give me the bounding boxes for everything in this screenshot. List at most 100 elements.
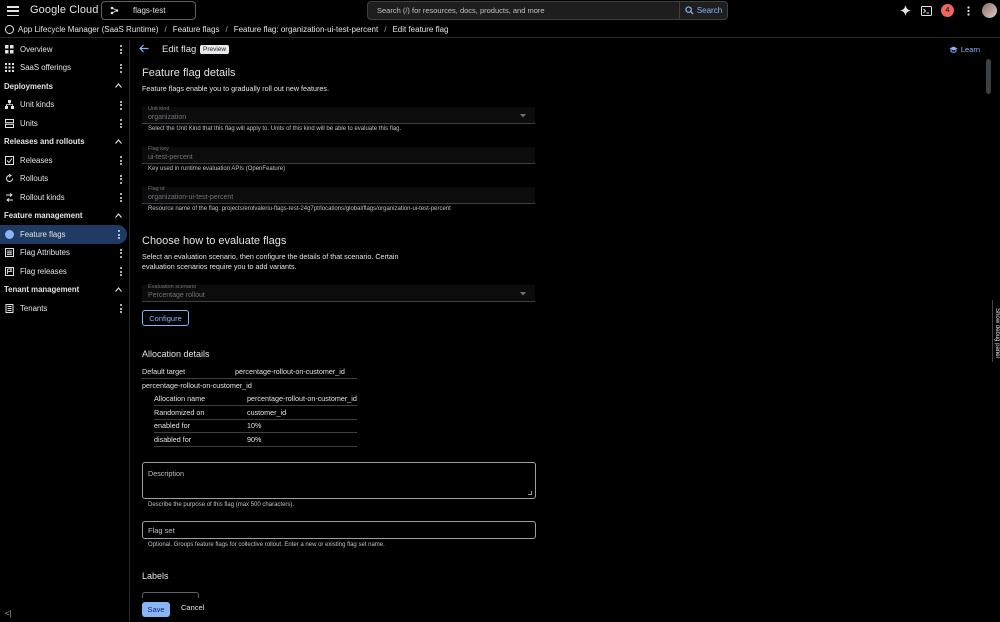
row-key: enabled for xyxy=(154,420,190,430)
sidebar-item-overview[interactable]: Overview xyxy=(0,40,129,59)
flag-set-hint: Optional. Groups feature flags for colle… xyxy=(148,542,385,548)
sidebar-item-label: Unit kinds xyxy=(20,100,55,110)
kebab-icon[interactable] xyxy=(120,304,122,313)
flag-set-input[interactable]: Flag set xyxy=(142,521,536,539)
field-label: Flag id xyxy=(148,186,165,192)
apps-icon xyxy=(5,63,14,73)
kebab-icon[interactable] xyxy=(120,45,122,54)
sidebar-item-unit-kinds[interactable]: Unit kinds xyxy=(0,96,129,115)
more-options-icon[interactable] xyxy=(958,1,979,20)
sidebar-item-flag-releases[interactable]: Flag releases xyxy=(0,262,129,281)
section-releases-and-rollouts[interactable]: Releases and rollouts xyxy=(0,133,129,152)
sidebar: Overview SaaS offerings Deployments Unit… xyxy=(0,40,130,622)
kebab-icon[interactable] xyxy=(120,267,122,276)
row-key: disabled for xyxy=(154,434,192,444)
school-icon xyxy=(949,46,958,53)
grid-icon xyxy=(5,44,14,54)
back-arrow-icon[interactable] xyxy=(139,44,149,53)
breadcrumb-item[interactable]: App Lifecycle Manager (SaaS Runtime) xyxy=(18,25,159,34)
learn-label: Learn xyxy=(960,45,980,54)
kebab-icon[interactable] xyxy=(120,174,122,184)
sidebar-item-rollout-kinds[interactable]: Rollout kinds xyxy=(0,188,129,207)
save-button[interactable]: Save xyxy=(142,602,170,617)
action-bar: Save Cancel xyxy=(130,598,992,622)
intro-text: Feature flags enable you to gradually ro… xyxy=(142,84,329,93)
allocation-group-title: percentage-rollout-on-customer_id xyxy=(142,381,252,390)
flag-id-field: Flag id organization-ui-test-percent xyxy=(142,186,535,204)
breadcrumb-item[interactable]: Feature flag: organization-ui-test-perce… xyxy=(234,25,379,34)
breadcrumb-item[interactable]: Feature flags xyxy=(173,25,220,34)
sidebar-item-flag-attributes[interactable]: Flag Attributes xyxy=(0,244,129,263)
scrollbar[interactable] xyxy=(985,59,992,599)
sidebar-item-units[interactable]: Units xyxy=(0,114,129,133)
row-value: 90% xyxy=(247,434,262,444)
sidebar-item-label: SaaS offerings xyxy=(20,63,72,73)
gemini-icon[interactable] xyxy=(895,1,916,20)
kebab-icon[interactable] xyxy=(118,230,120,239)
table-row: Default target percentage-rollout-on-cus… xyxy=(142,365,357,379)
debug-panel-toggle[interactable]: Show debug panel xyxy=(992,300,1000,362)
sidebar-item-tenants[interactable]: Tenants xyxy=(0,299,129,318)
tenant-icon xyxy=(5,303,14,313)
release-icon xyxy=(5,155,14,165)
sidebar-item-label: Rollouts xyxy=(20,174,49,184)
table-row: disabled for 90% xyxy=(154,433,357,447)
sidebar-item-releases[interactable]: Releases xyxy=(0,151,129,170)
sidebar-item-feature-flags[interactable]: Feature flags xyxy=(0,225,127,244)
section-heading: Feature flag details xyxy=(142,67,236,79)
kebab-icon[interactable] xyxy=(120,248,122,258)
page-title: Edit flag xyxy=(162,44,197,55)
default-target-value: percentage-rollout-on-customer_id xyxy=(235,366,345,376)
field-label: Unit kind xyxy=(148,106,170,112)
section-title: Tenant management xyxy=(4,285,80,295)
chevron-up-icon xyxy=(115,212,122,218)
default-target-label: Default target xyxy=(142,366,186,376)
kebab-icon[interactable] xyxy=(120,63,122,73)
allocation-heading: Allocation details xyxy=(142,349,210,359)
menu-icon[interactable] xyxy=(7,5,19,17)
hierarchy-icon xyxy=(5,100,14,110)
section-deployments[interactable]: Deployments xyxy=(0,77,129,96)
rollout-kinds-icon xyxy=(5,192,14,202)
avatar[interactable] xyxy=(982,3,997,18)
flag-icon xyxy=(5,229,14,239)
search-button[interactable]: Search xyxy=(680,1,728,20)
sidebar-item-saas-offerings[interactable]: SaaS offerings xyxy=(0,59,129,78)
notifications-button[interactable]: 4 xyxy=(937,1,958,20)
description-textarea[interactable]: Description xyxy=(142,462,536,499)
field-hint: Select the Unit Kind that this flag will… xyxy=(148,126,402,132)
section-title: Feature management xyxy=(4,211,83,221)
resize-handle-icon[interactable] xyxy=(528,491,532,495)
flag-release-icon xyxy=(5,266,14,276)
top-bar: Google Cloud flags-test Search (/) for r… xyxy=(0,0,1000,22)
configure-button[interactable]: Configure xyxy=(142,310,189,326)
search-input[interactable]: Search (/) for resources, docs, products… xyxy=(367,1,680,20)
kebab-icon[interactable] xyxy=(120,119,122,128)
kebab-icon[interactable] xyxy=(120,156,122,165)
row-value: customer_id xyxy=(247,407,287,417)
field-value: organization-ui-test-percent xyxy=(148,194,234,201)
kebab-icon[interactable] xyxy=(120,193,122,202)
kebab-icon[interactable] xyxy=(120,100,122,110)
scrollbar-thumb[interactable] xyxy=(986,59,991,94)
collapse-sidebar-button[interactable]: <| xyxy=(5,609,12,618)
section-feature-management[interactable]: Feature management xyxy=(0,207,129,226)
brand-logo[interactable]: Google Cloud xyxy=(30,4,98,16)
dropdown-arrow-icon xyxy=(520,114,526,118)
project-picker[interactable]: flags-test xyxy=(101,1,196,20)
row-key: Allocation name xyxy=(154,393,206,403)
cloud-shell-icon[interactable] xyxy=(916,1,937,20)
description-hint: Describe the purpose of this flag (max 5… xyxy=(148,502,295,508)
unit-kind-select: Unit kind organization xyxy=(142,106,535,124)
section-tenant-management[interactable]: Tenant management xyxy=(0,281,129,300)
flag-set-placeholder: Flag set xyxy=(148,526,175,535)
sidebar-item-label: Releases xyxy=(20,155,53,165)
row-key: Randomized on xyxy=(154,407,205,417)
learn-link[interactable]: Learn xyxy=(949,45,980,54)
project-name: flags-test xyxy=(133,6,166,15)
breadcrumb: App Lifecycle Manager (SaaS Runtime) / F… xyxy=(0,22,1000,38)
page-header: Edit flag Preview Learn xyxy=(130,40,992,59)
labels-heading: Labels xyxy=(142,571,169,581)
cancel-button[interactable]: Cancel xyxy=(181,603,204,612)
sidebar-item-rollouts[interactable]: Rollouts xyxy=(0,170,129,189)
